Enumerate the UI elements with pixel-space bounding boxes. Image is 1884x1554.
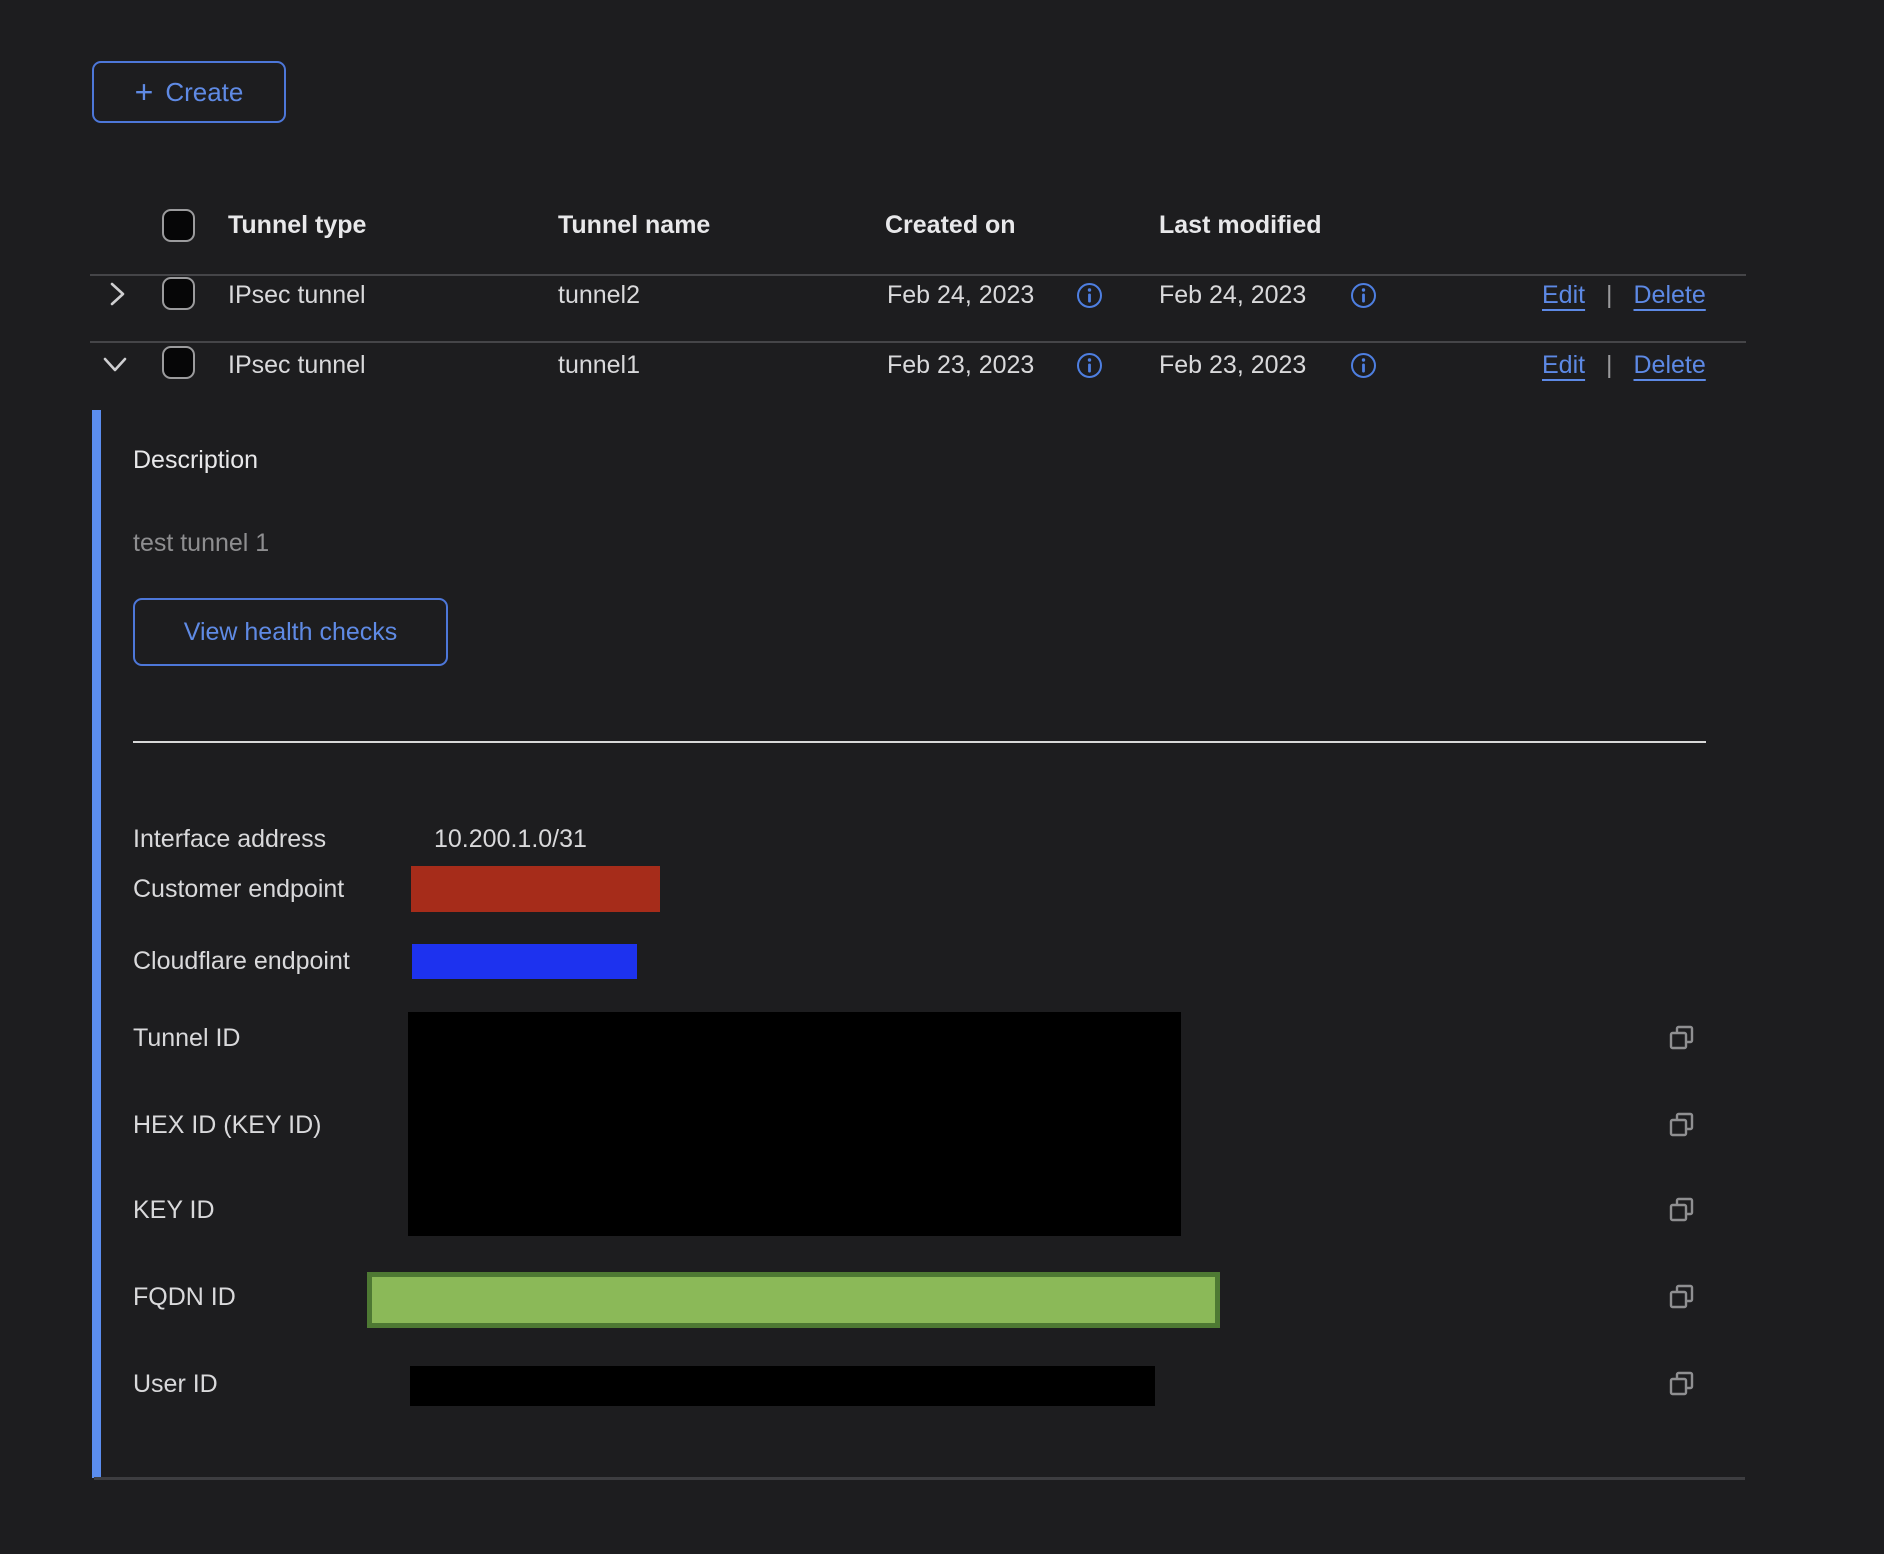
last-modified-cell: Feb 24, 2023: [1159, 280, 1306, 310]
action-separator: |: [1606, 281, 1613, 309]
tunnel-name-cell: tunnel1: [558, 350, 640, 380]
row-checkbox[interactable]: [162, 346, 195, 379]
column-header-created-on: Created on: [885, 210, 1016, 240]
last-modified-cell: Feb 23, 2023: [1159, 350, 1306, 380]
info-circle-icon[interactable]: [1350, 282, 1377, 309]
hex-id-label: HEX ID (KEY ID): [133, 1110, 321, 1140]
table-bottom-divider: [94, 1477, 1745, 1480]
user-id-redacted-value: [410, 1366, 1155, 1406]
row-divider: [90, 341, 1746, 343]
column-header-tunnel-name: Tunnel name: [558, 210, 710, 240]
expanded-row-indicator-bar: [92, 410, 101, 1478]
table-header-divider: [90, 274, 1746, 276]
interface-address-label: Interface address: [133, 824, 326, 854]
panel-divider: [133, 741, 1706, 743]
tunnel-name-cell: tunnel2: [558, 280, 640, 310]
action-separator: |: [1606, 351, 1613, 379]
customer-endpoint-redacted-value: [411, 866, 660, 912]
chevron-down-icon[interactable]: [98, 350, 132, 378]
created-on-cell: Feb 24, 2023: [887, 280, 1034, 310]
view-health-checks-button[interactable]: View health checks: [133, 598, 448, 666]
copy-icon[interactable]: [1668, 1024, 1696, 1052]
description-value: test tunnel 1: [133, 528, 269, 558]
user-id-label: User ID: [133, 1369, 218, 1399]
info-circle-icon[interactable]: [1076, 352, 1103, 379]
cloudflare-endpoint-label: Cloudflare endpoint: [133, 946, 350, 976]
copy-icon[interactable]: [1668, 1370, 1696, 1398]
row-checkbox[interactable]: [162, 277, 195, 310]
view-health-checks-label: View health checks: [184, 618, 398, 647]
create-button[interactable]: + Create: [92, 61, 286, 123]
copy-icon[interactable]: [1668, 1283, 1696, 1311]
fqdn-id-redacted-value: [367, 1272, 1220, 1328]
customer-endpoint-label: Customer endpoint: [133, 874, 344, 904]
tunnel-type-cell: IPsec tunnel: [228, 350, 366, 380]
tunnel-id-label: Tunnel ID: [133, 1023, 240, 1053]
fqdn-id-label: FQDN ID: [133, 1282, 236, 1312]
select-all-checkbox[interactable]: [162, 209, 195, 242]
copy-icon[interactable]: [1668, 1111, 1696, 1139]
description-label: Description: [133, 445, 258, 475]
copy-icon[interactable]: [1668, 1196, 1696, 1224]
edit-link[interactable]: Edit: [1542, 351, 1585, 379]
created-on-cell: Feb 23, 2023: [887, 350, 1034, 380]
delete-link[interactable]: Delete: [1634, 351, 1706, 379]
info-circle-icon[interactable]: [1076, 282, 1103, 309]
create-button-label: Create: [165, 77, 243, 108]
column-header-last-modified: Last modified: [1159, 210, 1322, 240]
cloudflare-endpoint-redacted-value: [412, 944, 637, 979]
plus-icon: +: [135, 77, 154, 107]
chevron-right-icon[interactable]: [104, 279, 130, 309]
info-circle-icon[interactable]: [1350, 352, 1377, 379]
delete-link[interactable]: Delete: [1634, 281, 1706, 309]
key-id-label: KEY ID: [133, 1195, 215, 1225]
column-header-tunnel-type: Tunnel type: [228, 210, 366, 240]
edit-link[interactable]: Edit: [1542, 281, 1585, 309]
interface-address-value: 10.200.1.0/31: [434, 824, 587, 854]
tunnel-hex-key-redacted-values: [408, 1012, 1181, 1236]
tunnel-type-cell: IPsec tunnel: [228, 280, 366, 310]
